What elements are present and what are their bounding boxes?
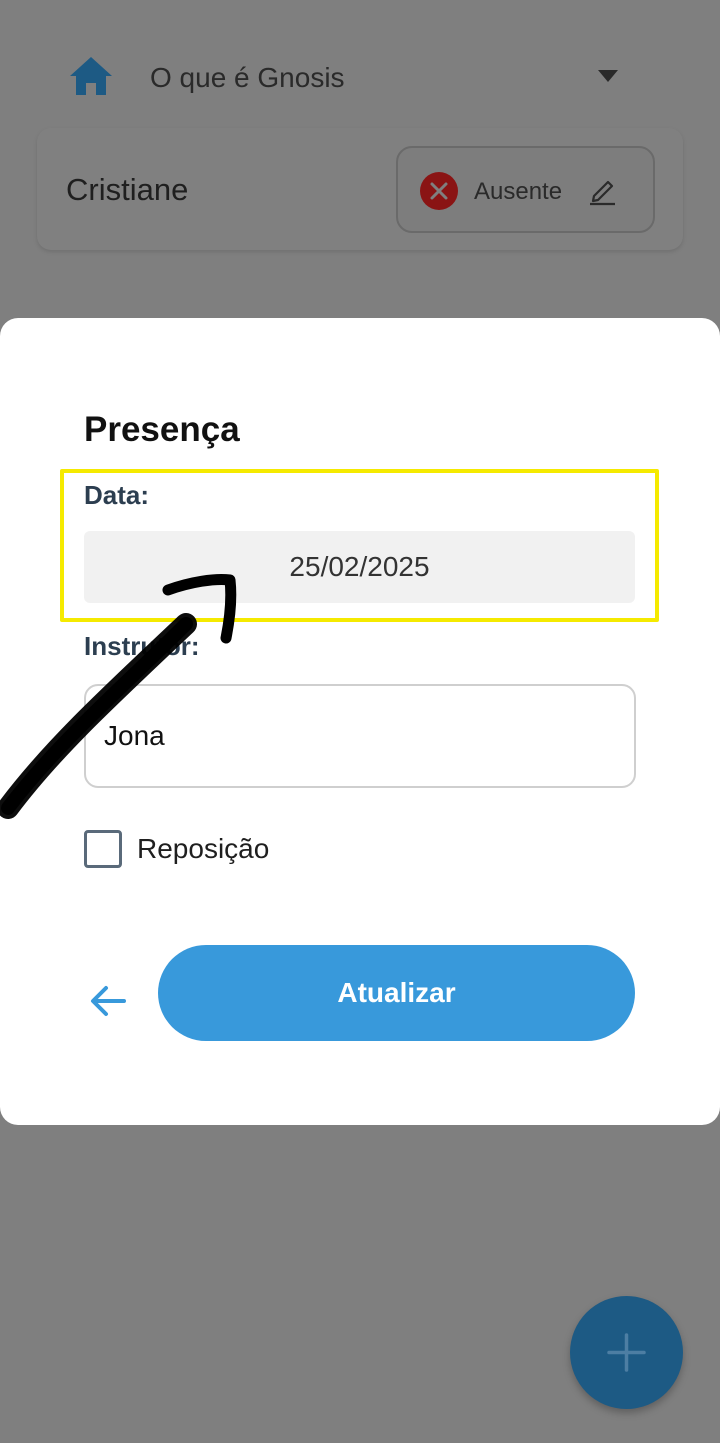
add-fab-button[interactable]	[570, 1296, 683, 1409]
class-selector-label: O que é Gnosis	[150, 62, 345, 93]
instructor-field[interactable]: Jona tos	[84, 684, 636, 788]
date-field[interactable]: 25/02/2025	[84, 531, 635, 603]
plus-icon	[607, 1333, 646, 1372]
status-label: Ausente	[474, 178, 563, 205]
x-circle-icon	[420, 172, 458, 210]
student-card: Cristiane Ausente	[37, 128, 683, 250]
home-icon[interactable]	[68, 55, 114, 97]
attendance-status-chip[interactable]: Ausente	[396, 146, 655, 233]
replacement-checkbox-label: Reposição	[137, 833, 270, 864]
modal-title: Presença	[84, 410, 240, 449]
pencil-icon	[590, 180, 615, 206]
date-label: Data:	[84, 480, 150, 510]
chevron-down-icon	[598, 70, 618, 82]
attendance-modal: Presença Data: 25/02/2025 Instrutor: Jon…	[0, 318, 720, 1125]
redaction-block	[256, 708, 426, 764]
replacement-checkbox[interactable]	[84, 830, 122, 868]
arrow-left-icon[interactable]	[88, 981, 128, 1021]
class-selector[interactable]: O que é Gnosis	[150, 58, 630, 98]
top-bar: O que é Gnosis	[0, 0, 720, 130]
instructor-label: Instrutor:	[84, 631, 200, 661]
student-name: Cristiane	[66, 172, 189, 207]
update-button[interactable]: Atualizar	[158, 945, 635, 1041]
